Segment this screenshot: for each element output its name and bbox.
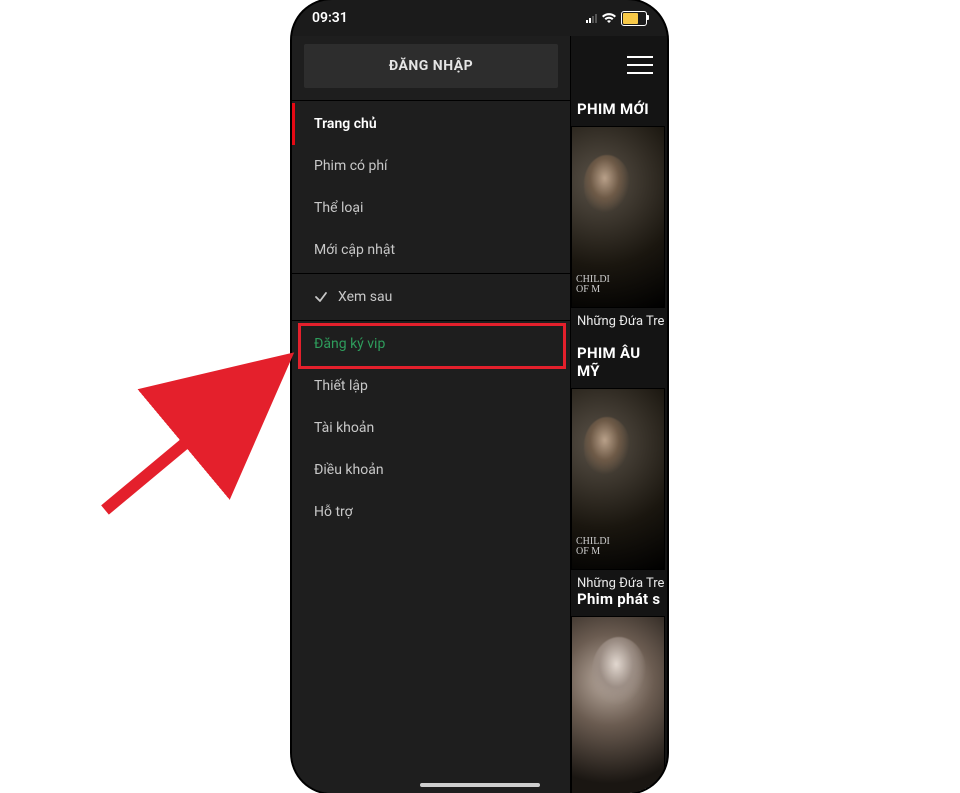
menu-item-terms[interactable]: Điều khoản [292, 449, 570, 491]
movie-poster[interactable] [571, 616, 665, 793]
section-title: PHIM ÂU MỸ [571, 344, 667, 388]
menu-label: Phim có phí [314, 158, 388, 174]
menu-item-home[interactable]: Trang chủ [292, 103, 570, 145]
menu-item-watch-later[interactable]: Xem sau [292, 276, 570, 318]
battery-icon [621, 11, 647, 26]
annotation-arrow-icon [85, 340, 305, 530]
cellular-icon [586, 13, 597, 23]
check-icon [314, 290, 328, 304]
menu-item-updates[interactable]: Mới cập nhật [292, 229, 570, 271]
status-time: 09:31 [312, 10, 348, 26]
menu-group-account: Đăng ký vip Thiết lập Tài khoản Điều kho… [292, 320, 570, 535]
section-western: PHIM ÂU MỸ CHILDI OF M Những Đứa Tre [571, 344, 667, 591]
login-button[interactable]: ĐĂNG NHẬP [304, 44, 558, 88]
menu-group-watchlater: Xem sau [292, 273, 570, 320]
navigation-drawer: ĐĂNG NHẬP Trang chủ Phim có phí Thể loại… [292, 36, 571, 793]
section-title: PHIM MỚI [571, 100, 667, 126]
menu-item-account[interactable]: Tài khoản [292, 407, 570, 449]
app-screen: ĐĂNG NHẬP Trang chủ Phim có phí Thể loại… [292, 36, 667, 793]
movie-poster[interactable]: CHILDI OF M [571, 126, 665, 308]
poster-text: CHILDI OF M [576, 537, 660, 557]
section-new: PHIM MỚI CHILDI OF M Những Đứa Tre [571, 100, 667, 329]
menu-item-support[interactable]: Hỗ trợ [292, 491, 570, 533]
status-bar: 09:31 [292, 0, 667, 36]
section-airing: Phim phát s Yêu Trong Đaư [571, 590, 667, 793]
menu-label: Đăng ký vip [314, 336, 385, 352]
section-title: Phim phát s [571, 590, 667, 616]
menu-label: Điều khoản [314, 462, 384, 478]
hamburger-icon[interactable] [627, 56, 653, 74]
home-indicator[interactable] [420, 783, 540, 787]
menu-label: Hỗ trợ [314, 504, 353, 520]
main-content: PHIM MỚI CHILDI OF M Những Đứa Tre PHIM … [571, 36, 667, 793]
menu-item-vip[interactable]: Đăng ký vip [292, 323, 570, 365]
menu-label: Xem sau [338, 289, 392, 305]
status-right [586, 11, 647, 26]
menu-item-paid[interactable]: Phim có phí [292, 145, 570, 187]
menu-label: Thiết lập [314, 378, 368, 394]
phone-frame: 09:31 ĐĂNG NHẬP Trang chủ [292, 0, 667, 793]
menu-group-main: Trang chủ Phim có phí Thể loại Mới cập n… [292, 100, 570, 273]
menu-label: Tài khoản [314, 420, 374, 436]
wifi-icon [601, 12, 617, 24]
menu-label: Thể loại [314, 200, 363, 216]
menu-item-settings[interactable]: Thiết lập [292, 365, 570, 407]
poster-text: CHILDI OF M [576, 275, 660, 295]
menu-label: Trang chủ [314, 116, 377, 132]
menu-item-genre[interactable]: Thể loại [292, 187, 570, 229]
menu-label: Mới cập nhật [314, 242, 395, 258]
movie-poster[interactable]: CHILDI OF M [571, 388, 665, 570]
movie-caption: Những Đứa Tre [571, 308, 667, 329]
movie-caption: Những Đứa Tre [571, 570, 667, 591]
